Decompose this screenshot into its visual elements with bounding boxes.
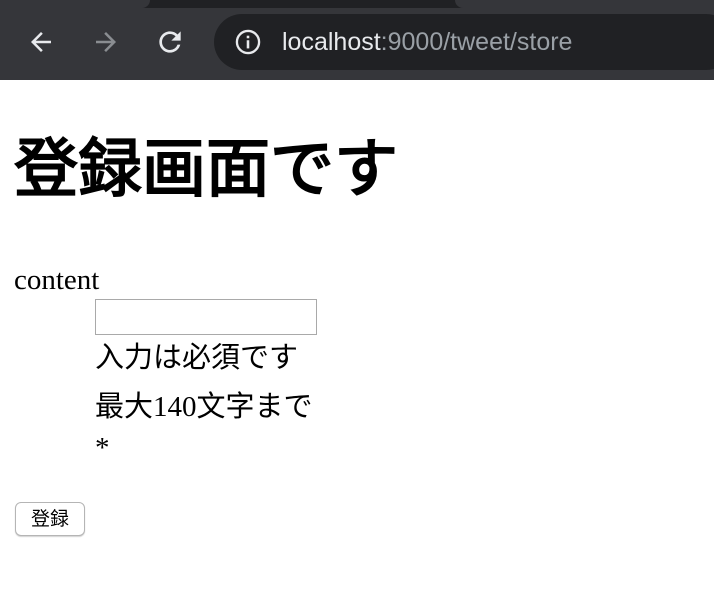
content-input[interactable] (95, 299, 317, 335)
back-arrow-icon (26, 27, 56, 57)
page-content: 登録画面です content 入力は必須です 最大140文字まで * 登録 (0, 80, 714, 606)
back-button[interactable] (23, 24, 59, 60)
info-icon[interactable] (234, 28, 262, 56)
tab-strip (0, 0, 714, 8)
forward-button[interactable] (88, 24, 124, 60)
tab-active[interactable] (0, 0, 150, 8)
page-title: 登録画面です (14, 134, 398, 205)
url-text[interactable]: localhost:9000/tweet/store (282, 26, 572, 58)
reload-button[interactable] (152, 24, 188, 60)
max-length-note: 最大140文字まで (95, 391, 313, 423)
tab-inactive[interactable] (455, 0, 714, 8)
content-label: content (14, 264, 100, 296)
required-note: 入力は必須です (95, 342, 299, 374)
url-path: :9000/tweet/store (380, 28, 573, 56)
browser-toolbar: localhost:9000/tweet/store (0, 0, 714, 80)
required-mark: * (95, 432, 110, 464)
submit-button[interactable]: 登録 (15, 502, 85, 536)
address-bar[interactable]: localhost:9000/tweet/store (214, 14, 714, 70)
url-host: localhost (282, 28, 381, 56)
forward-arrow-icon (91, 27, 121, 57)
reload-icon (154, 26, 186, 58)
